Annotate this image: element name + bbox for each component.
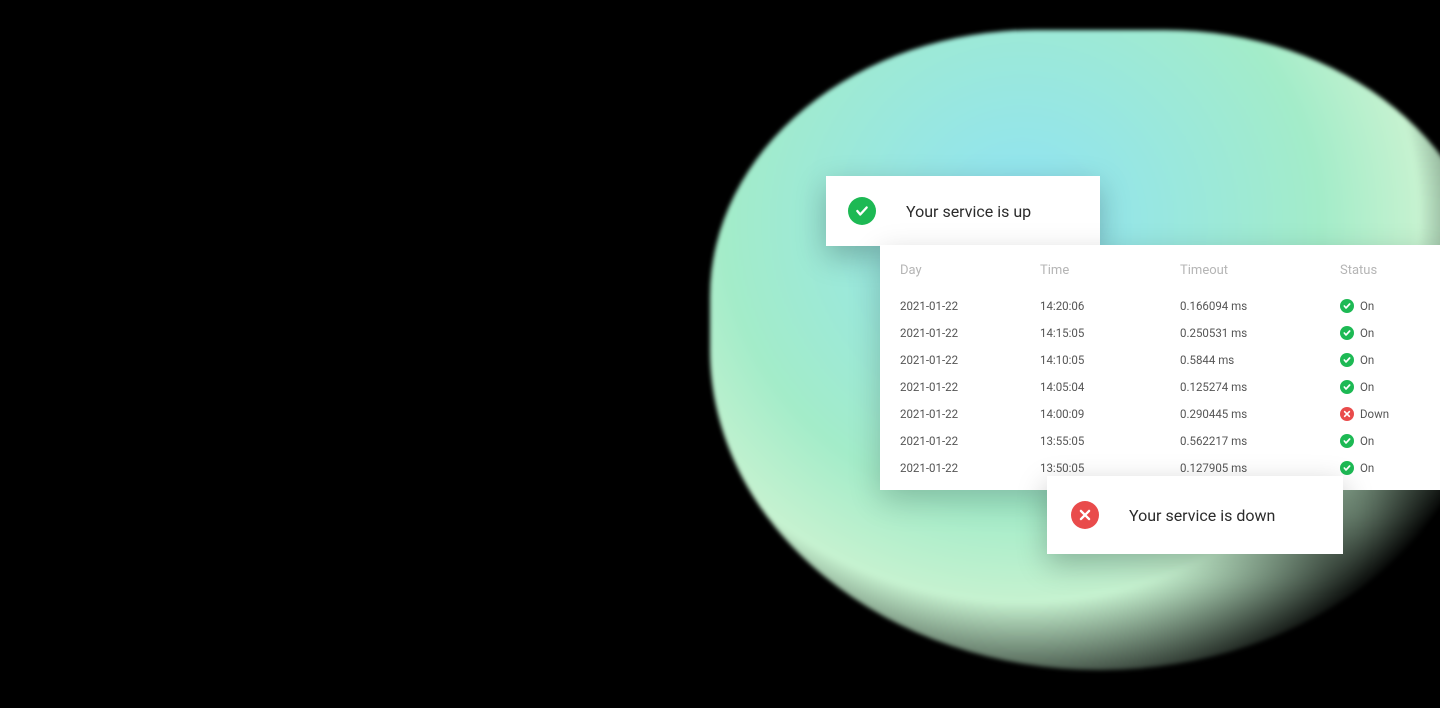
status-label: On [1360, 326, 1374, 340]
service-up-card: Your service is up [826, 176, 1100, 246]
service-down-title: Your service is down [1129, 506, 1275, 525]
cell-status: On [1340, 299, 1440, 313]
cell-time: 14:20:06 [1040, 299, 1180, 313]
log-rows-container: 2021-01-2214:20:060.166094 msOn2021-01-2… [900, 292, 1420, 481]
cell-day: 2021-01-22 [900, 353, 1040, 367]
status-check-icon [1340, 434, 1354, 448]
log-header-row: Day Time Timeout Status [900, 263, 1420, 278]
status-label: On [1360, 434, 1374, 448]
cell-timeout: 0.166094 ms [1180, 299, 1340, 313]
cell-day: 2021-01-22 [900, 326, 1040, 340]
status-check-icon [1340, 353, 1354, 367]
cell-timeout: 0.5844 ms [1180, 353, 1340, 367]
table-row: 2021-01-2213:55:050.562217 ms On [900, 427, 1420, 454]
cell-timeout: 0.562217 ms [1180, 434, 1340, 448]
cell-timeout: 0.290445 ms [1180, 407, 1340, 421]
status-label: On [1360, 353, 1374, 367]
cell-day: 2021-01-22 [900, 407, 1040, 421]
status-label: On [1360, 380, 1374, 394]
status-label: Down [1360, 407, 1389, 421]
cell-status: On [1340, 461, 1440, 475]
col-header-day: Day [900, 263, 1040, 278]
cross-icon [1071, 501, 1099, 529]
status-cross-icon [1340, 407, 1354, 421]
cell-status: On [1340, 434, 1440, 448]
status-check-icon [1340, 299, 1354, 313]
cell-time: 14:00:09 [1040, 407, 1180, 421]
status-label: On [1360, 299, 1374, 313]
cell-day: 2021-01-22 [900, 380, 1040, 394]
cell-timeout: 0.125274 ms [1180, 380, 1340, 394]
table-row: 2021-01-2214:15:050.250531 ms On [900, 319, 1420, 346]
cell-status: Down [1340, 407, 1440, 421]
table-row: 2021-01-2214:05:040.125274 ms On [900, 373, 1420, 400]
col-header-time: Time [1040, 263, 1180, 278]
log-panel: Day Time Timeout Status 2021-01-2214:20:… [880, 245, 1440, 490]
cell-timeout: 0.127905 ms [1180, 461, 1340, 475]
cell-time: 13:55:05 [1040, 434, 1180, 448]
status-check-icon [1340, 380, 1354, 394]
status-label: On [1360, 461, 1374, 475]
table-row: 2021-01-2214:10:050.5844 ms On [900, 346, 1420, 373]
cell-day: 2021-01-22 [900, 434, 1040, 448]
cell-status: On [1340, 353, 1440, 367]
cell-status: On [1340, 326, 1440, 340]
col-header-timeout: Timeout [1180, 263, 1340, 278]
status-check-icon [1340, 461, 1354, 475]
cell-day: 2021-01-22 [900, 299, 1040, 313]
cell-time: 14:10:05 [1040, 353, 1180, 367]
check-icon [848, 197, 876, 225]
cell-time: 14:15:05 [1040, 326, 1180, 340]
service-up-title: Your service is up [906, 202, 1031, 221]
cell-timeout: 0.250531 ms [1180, 326, 1340, 340]
cell-time: 14:05:04 [1040, 380, 1180, 394]
service-down-card: Your service is down [1047, 476, 1343, 554]
cell-day: 2021-01-22 [900, 461, 1040, 475]
cell-time: 13:50:05 [1040, 461, 1180, 475]
cell-status: On [1340, 380, 1440, 394]
col-header-status: Status [1340, 263, 1440, 278]
table-row: 2021-01-2214:20:060.166094 ms On [900, 292, 1420, 319]
status-check-icon [1340, 326, 1354, 340]
table-row: 2021-01-2214:00:090.290445 ms Down [900, 400, 1420, 427]
